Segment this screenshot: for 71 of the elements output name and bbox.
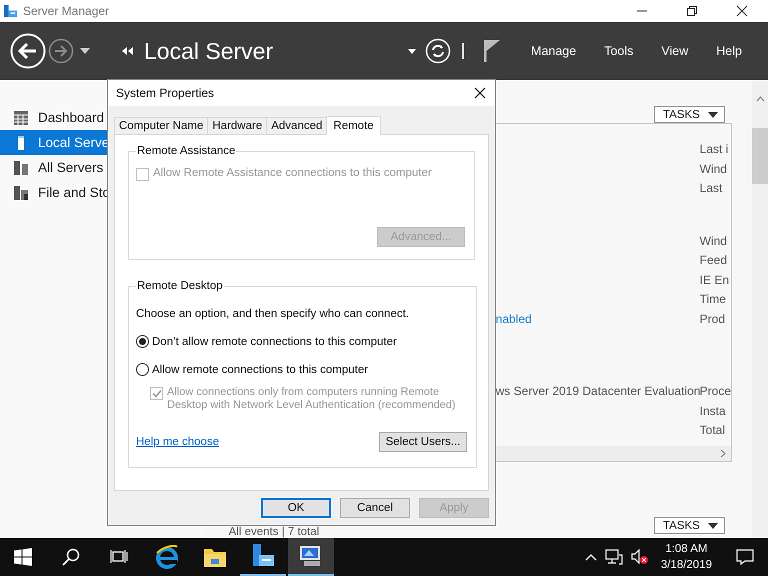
property-label: Last i bbox=[700, 142, 730, 158]
app-icon bbox=[3, 4, 18, 18]
caret-icon[interactable] bbox=[408, 48, 416, 54]
taskbar-app[interactable] bbox=[288, 538, 334, 576]
forward-icon[interactable] bbox=[48, 38, 74, 64]
property-label: Last bbox=[700, 181, 724, 197]
server-icon bbox=[13, 160, 29, 176]
events-summary: All events | 7 total bbox=[228, 526, 320, 538]
clock-time[interactable]: 1:08 AM bbox=[665, 541, 708, 557]
chevron-up-icon[interactable] bbox=[584, 553, 597, 561]
notification-icon[interactable] bbox=[736, 549, 754, 565]
menu-item[interactable]: Manage bbox=[517, 40, 590, 62]
radio-label: Allow remote connections to this computer bbox=[152, 364, 368, 376]
tab[interactable]: Computer Name bbox=[114, 117, 208, 134]
window-title: Server Manager bbox=[23, 4, 110, 18]
back-icon[interactable] bbox=[10, 33, 46, 69]
network-icon[interactable] bbox=[604, 549, 623, 565]
breadcrumb-icon[interactable] bbox=[122, 47, 134, 55]
close-icon[interactable] bbox=[474, 87, 486, 99]
server-icon bbox=[13, 184, 29, 200]
check-icon bbox=[152, 389, 162, 398]
tasks-button[interactable]: TASKS bbox=[654, 106, 725, 123]
page-title: Local Server bbox=[144, 38, 274, 64]
scroll-right-icon[interactable] bbox=[720, 449, 726, 458]
checkbox-label: Allow Remote Assistance connections to this computer bbox=[153, 167, 432, 179]
property-label: Time bbox=[700, 292, 727, 308]
muted-speaker-icon[interactable] bbox=[630, 549, 649, 565]
property-label: Total bbox=[700, 423, 726, 439]
folder-icon bbox=[203, 546, 227, 568]
refresh-icon[interactable] bbox=[425, 38, 452, 64]
task-view-icon[interactable] bbox=[110, 548, 128, 566]
menu-item[interactable]: Help bbox=[702, 40, 756, 62]
close-icon[interactable] bbox=[736, 5, 748, 17]
radio-label: Don’t allow remote connections to this computer bbox=[152, 336, 397, 348]
scroll-up-icon[interactable] bbox=[756, 96, 764, 102]
property-label: Feed bbox=[700, 253, 728, 269]
group-title: Remote Desktop bbox=[136, 280, 224, 292]
vertical-scrollbar[interactable] bbox=[752, 80, 768, 538]
tab[interactable]: Remote bbox=[326, 116, 381, 135]
property-label: IE En bbox=[700, 272, 730, 288]
caret-icon[interactable] bbox=[80, 48, 90, 54]
property-label: Insta bbox=[700, 404, 727, 420]
radio-button[interactable] bbox=[136, 363, 149, 376]
restore-icon[interactable] bbox=[686, 5, 698, 17]
windows-icon[interactable] bbox=[14, 548, 32, 566]
caret-icon bbox=[708, 522, 718, 528]
grid-icon bbox=[13, 110, 29, 126]
flag-icon[interactable] bbox=[483, 39, 502, 63]
help-link[interactable]: Help me choose bbox=[136, 436, 220, 448]
caret-icon bbox=[708, 112, 718, 118]
property-label: Wind bbox=[700, 234, 728, 250]
tasks-button[interactable]: TASKS bbox=[654, 517, 725, 534]
scrollbar-thumb[interactable] bbox=[752, 128, 768, 184]
clock-date[interactable]: 3/18/2019 bbox=[660, 557, 712, 573]
menu-item[interactable]: View bbox=[647, 40, 702, 62]
property-label: Wind bbox=[700, 162, 728, 178]
property-label: Prod bbox=[700, 312, 726, 328]
property-label: Proce bbox=[700, 384, 731, 400]
radio-button[interactable] bbox=[136, 335, 149, 348]
search-icon[interactable] bbox=[62, 548, 80, 566]
select-users-button[interactable]: Select Users... bbox=[379, 432, 467, 452]
browser-icon bbox=[155, 545, 179, 569]
dialog-title: System Properties bbox=[116, 86, 214, 100]
property-value: ws Server 2019 Datacenter Evaluation bbox=[496, 384, 700, 398]
server-icon bbox=[250, 543, 276, 569]
checkbox-label: Allow connections only from computers running Remote Desktop with Network Level Authentication (recommended) bbox=[167, 386, 457, 412]
property-link[interactable]: nabled bbox=[496, 312, 532, 326]
dialog-button[interactable]: OK bbox=[261, 498, 331, 518]
menu-item[interactable]: Tools bbox=[590, 40, 648, 62]
dialog-button[interactable]: Cancel bbox=[340, 498, 410, 518]
instruction-text: Choose an option, and then specify who can connect. bbox=[136, 308, 410, 320]
